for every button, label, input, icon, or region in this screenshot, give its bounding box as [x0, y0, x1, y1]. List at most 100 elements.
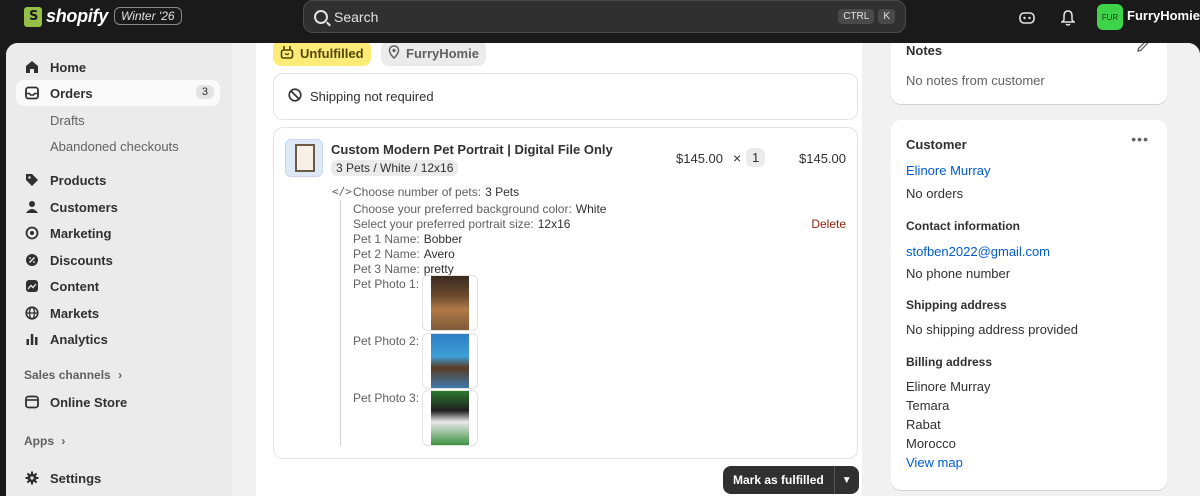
- property-row: Pet 3 Name: pretty: [353, 262, 454, 276]
- portrait-image: [295, 144, 315, 172]
- more-actions-icon[interactable]: •••: [1131, 131, 1149, 147]
- storefront-icon: [24, 394, 40, 410]
- sidebar-item-online-store[interactable]: Online Store: [16, 389, 220, 415]
- discount-icon: [24, 252, 40, 268]
- pet-photo-3[interactable]: [422, 390, 478, 446]
- pencil-icon[interactable]: [1137, 43, 1149, 55]
- dog-photo-image: [431, 276, 469, 330]
- order-main-column: Unfulfilled FurryHomie Shipping not requ…: [256, 43, 862, 496]
- apps-heading[interactable]: Apps ›: [24, 434, 65, 448]
- sales-channels-heading[interactable]: Sales channels ›: [24, 368, 122, 382]
- properties-divider: [340, 200, 341, 446]
- person-icon: [24, 199, 40, 215]
- mark-as-fulfilled-label[interactable]: Mark as fulfilled: [723, 466, 835, 494]
- billing-line: Elinore Murray: [906, 379, 991, 394]
- unfulfilled-icon: [280, 45, 294, 62]
- quantity-badge: 1: [746, 148, 766, 167]
- inbox-icon: [24, 85, 40, 101]
- property-value: 12x16: [537, 217, 571, 231]
- content-icon: [24, 278, 40, 294]
- store-avatar[interactable]: FUR: [1097, 4, 1123, 30]
- property-label: Pet 2 Name:: [353, 247, 420, 261]
- bell-icon[interactable]: [1057, 7, 1079, 29]
- sidebar-item-products[interactable]: Products: [16, 167, 220, 193]
- variant-badge: 3 Pets / White / 12x16: [331, 160, 459, 176]
- contact-info-title: Contact information: [906, 219, 1020, 233]
- search-placeholder: Search: [334, 8, 379, 25]
- pet-photo-2[interactable]: [422, 333, 478, 389]
- pet-photo-label: Pet Photo 1:: [353, 277, 420, 291]
- code-icon: </>: [332, 185, 352, 198]
- orders-count-badge: 3: [195, 85, 214, 99]
- property-row: Pet 2 Name: Avero: [353, 247, 455, 261]
- billing-line: Morocco: [906, 436, 956, 451]
- customer-name-link[interactable]: Elinore Murray: [906, 163, 991, 178]
- notes-title: Notes: [906, 43, 943, 58]
- sidebar-item-settings[interactable]: Settings: [16, 465, 220, 491]
- store-name[interactable]: FurryHomie: [1127, 8, 1200, 23]
- sidebar-item-label: Marketing: [50, 225, 112, 241]
- sidebar-item-label: Content: [50, 278, 100, 294]
- sidebar-item-marketing[interactable]: Marketing: [16, 220, 220, 246]
- dog-photo-image: [431, 391, 469, 445]
- sidebar-item-label: Orders: [50, 85, 93, 101]
- sidebar-item-discounts[interactable]: Discounts: [16, 247, 220, 273]
- fulfillment-status-badge: Unfulfilled: [273, 43, 371, 66]
- location-badge: FurryHomie: [381, 43, 486, 66]
- billing-line: Rabat: [906, 417, 941, 432]
- apps-label: Apps: [24, 434, 54, 448]
- home-icon: [24, 59, 40, 75]
- order-side-column: Notes No notes from customer Customer ••…: [874, 43, 1200, 496]
- property-row: Pet 1 Name: Bobber: [353, 232, 462, 246]
- target-icon: [24, 225, 40, 241]
- shipping-address-title: Shipping address: [906, 298, 1007, 312]
- shipping-note: Shipping not required: [310, 89, 434, 104]
- sidebar-item-label: Analytics: [50, 331, 108, 347]
- notes-text: No notes from customer: [906, 73, 1045, 88]
- chevron-down-icon[interactable]: ▼: [835, 466, 859, 494]
- property-row: Choose your preferred background color: W…: [353, 202, 606, 216]
- sidebar-item-orders[interactable]: Orders 3: [16, 80, 220, 106]
- sidebar-item-label: Discounts: [50, 252, 113, 268]
- shopify-logo[interactable]: shopify: [24, 6, 108, 27]
- search-bar[interactable]: Search CTRL K: [303, 0, 906, 33]
- search-icon: [314, 9, 328, 24]
- sidebar-item-analytics[interactable]: Analytics: [16, 326, 220, 352]
- location-pin-icon: [388, 44, 400, 62]
- gear-icon: [24, 470, 40, 486]
- tag-icon: [24, 172, 40, 188]
- sidebar-item-abandoned-checkouts[interactable]: Abandoned checkouts: [50, 139, 179, 154]
- delete-link[interactable]: Delete: [811, 217, 846, 231]
- shopify-bag-icon: [24, 6, 42, 27]
- chevron-right-icon: ›: [61, 434, 66, 448]
- sidebar-item-label: Online Store: [50, 394, 128, 410]
- chevron-right-icon: ›: [118, 368, 123, 382]
- multiply-sign: ×: [733, 150, 742, 166]
- admin-frame: Home Orders 3 Drafts Abandoned checkouts…: [6, 43, 1200, 496]
- customer-orders: No orders: [906, 186, 964, 201]
- customer-email-link[interactable]: stofben2022@gmail.com: [906, 244, 1050, 259]
- sidebar-item-customers[interactable]: Customers: [16, 194, 220, 220]
- edition-badge[interactable]: Winter '26: [114, 7, 182, 25]
- bar-chart-icon: [24, 331, 40, 347]
- sidebar-item-drafts[interactable]: Drafts: [50, 113, 85, 128]
- sidebar: Home Orders 3 Drafts Abandoned checkouts…: [6, 43, 232, 496]
- property-value: Bobber: [423, 232, 463, 246]
- sidebar-item-markets[interactable]: Markets: [16, 300, 220, 326]
- pet-photo-1[interactable]: [422, 275, 478, 331]
- sidebar-item-home[interactable]: Home: [16, 54, 220, 80]
- sidekick-icon[interactable]: [1016, 7, 1038, 29]
- product-title[interactable]: Custom Modern Pet Portrait | Digital Fil…: [331, 142, 613, 157]
- billing-line: Temara: [906, 398, 950, 413]
- sidebar-item-content[interactable]: Content: [16, 273, 220, 299]
- location-badge-label: FurryHomie: [406, 45, 479, 61]
- product-thumbnail[interactable]: [285, 139, 323, 177]
- dog-photo-image: [431, 334, 469, 388]
- sidebar-item-label: Settings: [50, 470, 102, 486]
- mark-as-fulfilled-button[interactable]: Mark as fulfilled ▼: [723, 466, 859, 494]
- view-map-link[interactable]: View map: [906, 455, 963, 470]
- brand-wordmark: shopify: [46, 6, 108, 26]
- property-label: Pet 3 Name:: [353, 262, 420, 276]
- globe-icon: [24, 305, 40, 321]
- property-label: Choose number of pets:: [353, 185, 482, 199]
